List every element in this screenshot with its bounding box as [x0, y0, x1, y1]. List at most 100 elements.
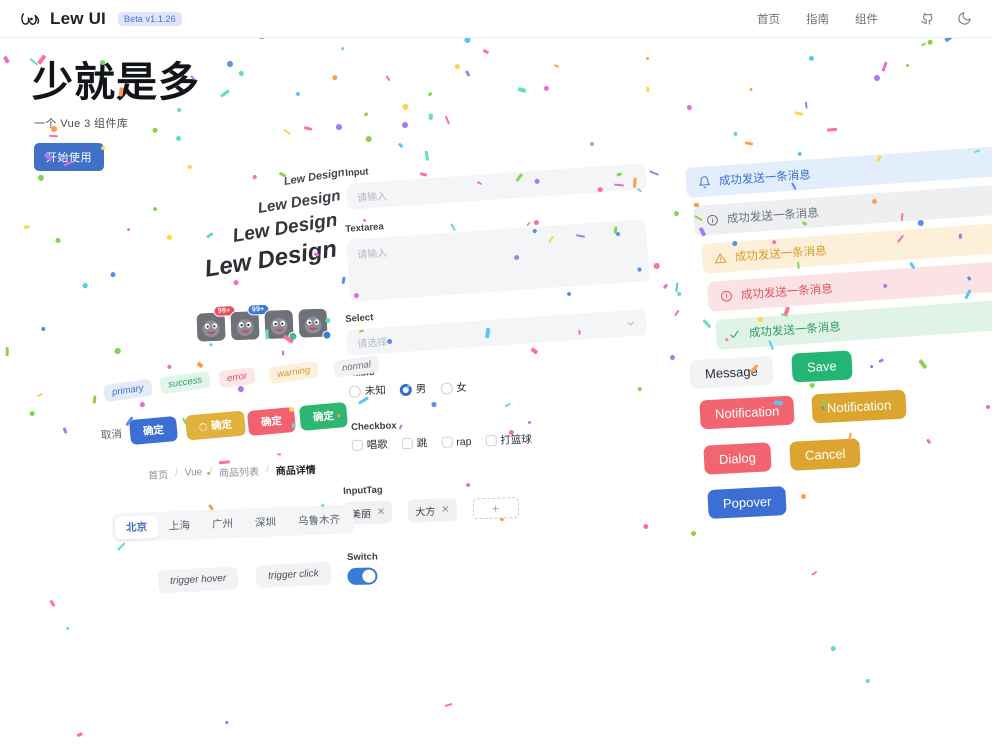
message-button[interactable]: Message	[689, 355, 774, 390]
info-icon	[707, 214, 718, 226]
checkbox-square-icon	[351, 439, 364, 451]
confirm-button-danger[interactable]: 确定	[246, 406, 296, 437]
avatar-status-dot	[322, 330, 332, 340]
breadcrumb-item-3: 商品详情	[275, 465, 316, 478]
checkbox-label: Checkbox	[351, 420, 397, 433]
message-text: 成功发送一条消息	[726, 207, 820, 226]
lew-design-text-1: Lew Design	[283, 166, 346, 188]
tab-urumqi[interactable]: 乌鲁木齐	[287, 507, 352, 532]
moon-icon[interactable]	[957, 11, 972, 26]
brand[interactable]: Lew UI Beta v1.1.26	[20, 9, 182, 29]
select-placeholder: 请选择	[356, 336, 388, 350]
radio-option-label: 未知	[364, 384, 387, 398]
tab-beijing[interactable]: 北京	[114, 514, 159, 540]
header-icons	[920, 11, 972, 26]
notification-danger-button[interactable]: Notification	[699, 395, 796, 430]
tag-primary[interactable]: primary	[103, 378, 153, 403]
nav-item-guide[interactable]: 指南	[806, 11, 829, 27]
add-tag-button[interactable]: +	[472, 496, 520, 520]
checkbox-square-icon	[441, 436, 453, 448]
select-field-group: Select 请选择	[345, 293, 648, 356]
checkbox-square-icon	[485, 434, 497, 447]
avatar-item[interactable]: 99+	[229, 303, 270, 342]
confirm-button-primary[interactable]: 确定	[128, 415, 179, 446]
breadcrumb-item-0[interactable]: 首页	[148, 466, 168, 482]
message-text: 成功发送一条消息	[734, 245, 828, 264]
breadcrumb-item-1[interactable]: Vue	[185, 467, 203, 479]
tab-shanghai[interactable]: 上海	[158, 513, 202, 538]
checkbox-field-group: Checkbox 唱歌 跳 rap 打篮球	[351, 416, 532, 453]
radio-option-unknown[interactable]: 未知	[348, 383, 387, 399]
get-started-button[interactable]: 开始使用	[34, 143, 104, 171]
input-tag-item[interactable]: 大方 ✕	[407, 498, 458, 523]
avatar-item[interactable]	[297, 307, 332, 340]
textarea-placeholder: 请输入	[356, 248, 388, 262]
version-badge: Beta v1.1.26	[118, 11, 182, 26]
tag-warning[interactable]: warning	[268, 360, 320, 385]
github-icon[interactable]	[920, 11, 935, 26]
notification-warning-button[interactable]: Notification	[811, 389, 908, 424]
checkbox-option-basketball[interactable]: 打篮球	[485, 432, 532, 449]
hero-subtitle: 一个 Vue 3 组件库	[34, 118, 129, 130]
input-placeholder: 请输入	[356, 190, 388, 204]
confirm-button-loading-label: 确定	[210, 418, 233, 433]
checkbox-option-dance[interactable]: 跳	[401, 435, 428, 451]
tag-error[interactable]: error	[217, 366, 257, 389]
input-tag-list: 美丽 ✕ 大方 ✕ +	[343, 496, 520, 525]
switch-knob	[362, 569, 376, 583]
message-text: 成功发送一条消息	[748, 321, 842, 340]
radio-option-label: 男	[415, 383, 427, 396]
trigger-button-group: trigger hover trigger click	[157, 561, 332, 594]
loading-spinner-icon	[198, 422, 208, 432]
save-button[interactable]: Save	[791, 350, 853, 383]
dialog-button[interactable]: Dialog	[703, 442, 772, 475]
confirm-button-loading[interactable]: 确定	[185, 410, 246, 441]
radio-options: 未知 男 女	[348, 380, 467, 399]
radio-circle-selected-icon	[399, 383, 412, 396]
checkbox-option-label: rap	[456, 435, 472, 448]
avatar-item[interactable]: 99+	[195, 305, 236, 343]
app-header: Lew UI Beta v1.1.26 首页 指南 组件	[0, 0, 992, 38]
tab-guangzhou[interactable]: 广州	[201, 512, 245, 537]
close-icon[interactable]: ✕	[441, 504, 450, 515]
switch-toggle[interactable]	[347, 567, 378, 585]
popover-button[interactable]: Popover	[707, 485, 788, 520]
input-tag-field-group: InputTag 美丽 ✕ 大方 ✕ +	[343, 480, 520, 525]
check-icon	[730, 330, 739, 338]
breadcrumb-separator: /	[174, 467, 179, 479]
checkbox-option-label: 唱歌	[366, 438, 389, 452]
cancel-action-button[interactable]: Cancel	[789, 438, 862, 471]
chevron-down-icon	[627, 321, 634, 325]
hero-section: 少就是多 一个 Vue 3 组件库 开始使用	[32, 62, 200, 171]
page-root: Lew UI Beta v1.1.26 首页 指南 组件 少就是多 一个 Vue…	[0, 0, 992, 744]
input-field-group: Input 请输入	[345, 147, 648, 210]
radio-option-male[interactable]: 男	[399, 381, 427, 397]
checkbox-square-icon	[401, 437, 413, 450]
confirm-button-success[interactable]: 确定	[299, 401, 349, 432]
textarea-field-group: Textarea 请输入	[345, 203, 650, 302]
checkbox-option-sing[interactable]: 唱歌	[351, 437, 389, 453]
nav-item-components[interactable]: 组件	[855, 11, 878, 27]
radio-option-female[interactable]: 女	[440, 380, 467, 396]
switch-label: Switch	[347, 551, 378, 563]
lew-logo-icon	[20, 9, 42, 29]
error-icon	[721, 290, 732, 302]
checkbox-option-label: 跳	[416, 437, 428, 450]
main-nav: 首页 指南 组件	[757, 11, 972, 27]
message-text: 成功发送一条消息	[718, 169, 812, 188]
radio-option-label: 女	[456, 381, 467, 395]
lew-design-text-4: Lew Design	[202, 235, 339, 283]
checkbox-option-rap[interactable]: rap	[441, 435, 472, 448]
page-title: 少就是多	[32, 59, 200, 105]
avatar-item[interactable]	[263, 308, 298, 342]
breadcrumb-item-2[interactable]: 商品列表	[219, 463, 259, 479]
tab-shenzhen[interactable]: 深圳	[244, 510, 288, 535]
trigger-click-button[interactable]: trigger click	[255, 561, 332, 589]
breadcrumb-separator: /	[209, 466, 213, 478]
tag-success[interactable]: success	[159, 370, 212, 395]
nav-item-home[interactable]: 首页	[757, 11, 780, 27]
close-icon[interactable]: ✕	[377, 507, 386, 518]
radio-circle-icon	[348, 385, 362, 398]
trigger-hover-button[interactable]: trigger hover	[157, 566, 239, 594]
avatar-group: 99+ 99+	[195, 303, 332, 343]
